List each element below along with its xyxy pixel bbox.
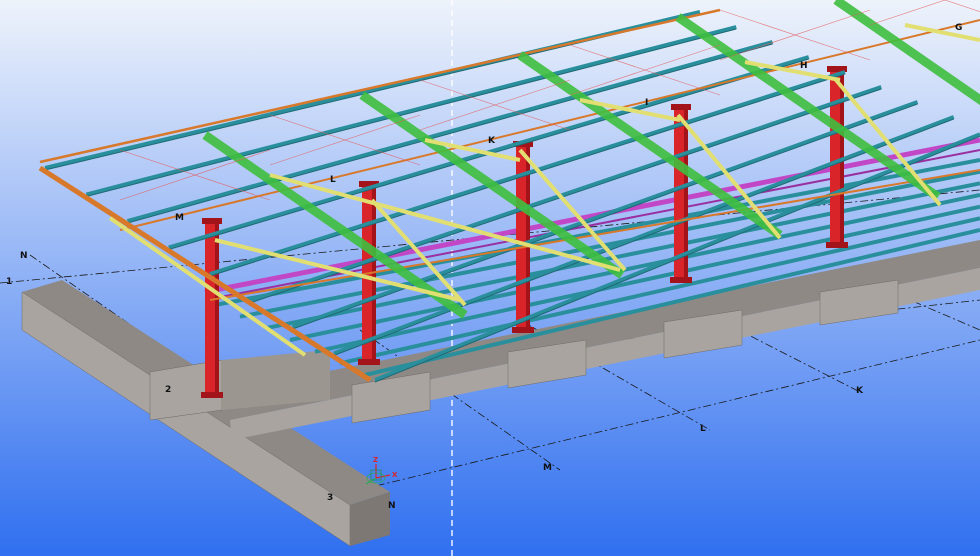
left-label-1: 1	[6, 277, 12, 287]
structural-3d-view[interactable]: G H I K L M K L M N 1 2 3 N Z X	[0, 0, 980, 556]
ground-label-k: K	[856, 386, 864, 396]
steel-column-flange	[215, 222, 219, 395]
grid-label-l: L	[330, 175, 336, 185]
grid-label-k: K	[488, 136, 496, 146]
grid-label-m: M	[175, 213, 184, 223]
ground-label-l: L	[700, 424, 706, 434]
column-base-plate	[826, 242, 848, 248]
left-label-3: 3	[327, 493, 333, 503]
grid-label-h: H	[800, 61, 808, 71]
column-base-plate	[201, 392, 223, 398]
axis-z-label: Z	[373, 456, 378, 464]
left-label-n: N	[20, 251, 28, 261]
column-cap	[202, 218, 222, 224]
footing-side	[222, 350, 330, 410]
column-cap	[671, 104, 691, 110]
ground-label-m: M	[543, 463, 552, 473]
left-label-n2: N	[388, 501, 396, 511]
grid-label-i: I	[645, 98, 648, 108]
column-base-plate	[358, 359, 380, 365]
model-viewport[interactable]: G H I K L M K L M N 1 2 3 N Z X	[0, 0, 980, 556]
grid-label-g: G	[955, 23, 962, 33]
column-base-plate	[512, 327, 534, 333]
axis-x-label: X	[392, 471, 398, 479]
column-base-plate	[670, 277, 692, 283]
left-label-2: 2	[165, 385, 171, 395]
